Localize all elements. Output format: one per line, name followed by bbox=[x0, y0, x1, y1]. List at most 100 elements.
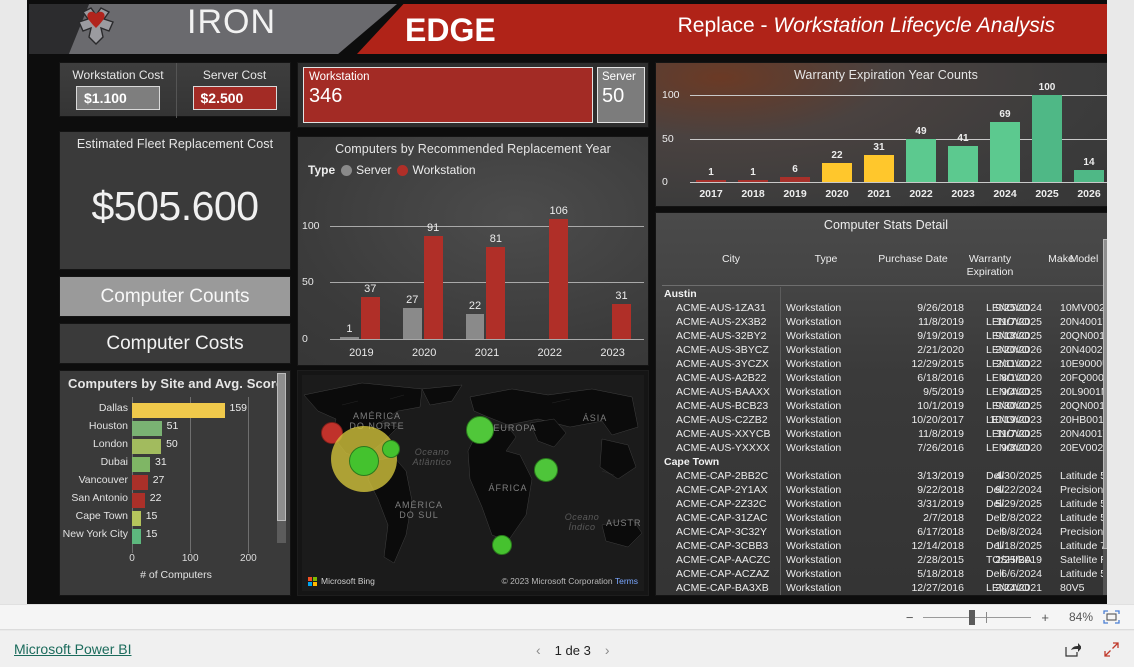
workstation-cost-value[interactable]: $1.100 bbox=[76, 86, 160, 110]
map-bubble-london[interactable] bbox=[466, 416, 494, 444]
map-canvas[interactable]: AMÉRICA DO NORTE AMÉRICA DO SUL EUROPA ÁSI… bbox=[302, 375, 644, 591]
replacement-bar-workstation[interactable]: 31 bbox=[612, 290, 631, 339]
replacement-bar-workstation[interactable]: 37 bbox=[360, 283, 380, 339]
map-bubble-dubai[interactable] bbox=[534, 458, 558, 482]
table-row[interactable]: ACME-CAP-3CBB3 Workstation 12/14/2018 1/18/… bbox=[656, 539, 1107, 553]
warranty-bar[interactable]: 69 bbox=[989, 109, 1021, 182]
zoom-in-button[interactable]: + bbox=[1041, 610, 1049, 625]
site-bar-row[interactable]: London 50 bbox=[93, 438, 260, 454]
zoom-slider[interactable] bbox=[923, 609, 1032, 625]
table-column-header-city[interactable]: City bbox=[676, 253, 786, 266]
previous-page-icon[interactable]: ‹ bbox=[536, 642, 541, 658]
table-row[interactable]: ACME-AUS-C2ZB2 Workstation 10/20/2017 10/19… bbox=[656, 413, 1107, 427]
computers-by-recommended-replacement-year-chart[interactable]: Computers by Recommended Replacement Yea… bbox=[297, 136, 649, 366]
replacement-bar-server[interactable]: 27 bbox=[402, 294, 422, 339]
table-scrollbar-thumb[interactable] bbox=[1103, 239, 1107, 549]
site-bar-row[interactable]: Houston 51 bbox=[89, 420, 260, 436]
map-bubble-new-york-city[interactable] bbox=[382, 440, 400, 458]
zoom-out-button[interactable]: − bbox=[906, 610, 914, 625]
server-cost-slicer[interactable]: Server Cost $2.500 bbox=[176, 63, 292, 118]
table-row[interactable]: ACME-AUS-BCB23 Workstation 10/1/2019 9/30/2… bbox=[656, 399, 1107, 413]
table-row[interactable]: ACME-CAP-2Z32C Workstation 3/31/2019 5/29/2… bbox=[656, 497, 1107, 511]
map-bubble-cape-town[interactable] bbox=[492, 535, 512, 555]
table-row[interactable]: ACME-CAP-31ZAC Workstation 2/7/2018 2/8/202… bbox=[656, 511, 1107, 525]
replacement-bar-server[interactable]: 22 bbox=[465, 300, 485, 339]
table-row[interactable]: ACME-AUS-3YCZX Workstation 12/29/2015 2/11/… bbox=[656, 357, 1107, 371]
table-row[interactable]: ACME-CAP-2BB2C Workstation 3/13/2019 4/30/2… bbox=[656, 469, 1107, 483]
table-row[interactable]: ACME-AUS-YXXXX Workstation 7/26/2016 9/8/20… bbox=[656, 441, 1107, 455]
fit-to-page-icon[interactable] bbox=[1103, 610, 1120, 624]
table-group-header[interactable]: Cape Town bbox=[656, 455, 1107, 469]
table-row[interactable]: ACME-CAP-3C32Y Workstation 6/17/2018 9/8/20… bbox=[656, 525, 1107, 539]
table-cell-make: LENOVO bbox=[986, 442, 1030, 454]
computer-type-count-treemap[interactable]: Workstation 346 Server 50 bbox=[297, 62, 649, 128]
site-bar[interactable] bbox=[132, 457, 151, 472]
map-bubble-dallas[interactable] bbox=[349, 446, 379, 476]
warranty-bar[interactable]: 41 bbox=[947, 133, 979, 182]
site-bar-row[interactable]: New York City 15 bbox=[63, 528, 260, 544]
workstation-cost-slicer[interactable]: Workstation Cost $1.100 bbox=[60, 63, 176, 118]
next-page-icon[interactable]: › bbox=[605, 642, 610, 658]
replacement-bar-workstation[interactable]: 81 bbox=[486, 233, 506, 339]
table-column-header-warranty-expiration[interactable]: Warranty Expiration bbox=[952, 253, 1028, 279]
nav-button-computer-counts[interactable]: Computer Counts bbox=[59, 276, 291, 317]
warranty-bar[interactable]: 14 bbox=[1073, 157, 1105, 182]
share-icon[interactable] bbox=[1064, 641, 1082, 658]
computer-stats-detail-table[interactable]: Computer Stats Detail City Type Purchase… bbox=[655, 212, 1107, 596]
table-row[interactable]: ACME-AUS-2X3B2 Workstation 11/8/2019 11/7/2… bbox=[656, 315, 1107, 329]
table-row[interactable]: ACME-CAP-AACZC Workstation 2/28/2015 2/25/2… bbox=[656, 553, 1107, 567]
legend-item-workstation[interactable]: Workstation bbox=[397, 163, 476, 177]
table-row[interactable]: ACME-AUS-A2B22 Workstation 6/18/2016 8/1/20… bbox=[656, 371, 1107, 385]
warranty-bar[interactable]: 100 bbox=[1031, 82, 1063, 182]
table-cell-city: ACME-CAP-2BB2C bbox=[676, 470, 769, 482]
replacement-chart-legend[interactable]: Type Server Workstation bbox=[308, 163, 476, 177]
warranty-bar[interactable]: 31 bbox=[863, 142, 895, 182]
table-column-header-purchase-date[interactable]: Purchase Date bbox=[868, 253, 958, 266]
nav-button-computer-costs[interactable]: Computer Costs bbox=[59, 323, 291, 364]
site-chart-scrollbar-thumb[interactable] bbox=[277, 373, 286, 521]
site-bar[interactable] bbox=[132, 421, 162, 436]
site-bar[interactable] bbox=[132, 493, 145, 508]
site-bar-row[interactable]: Dubai 31 bbox=[101, 456, 260, 472]
replacement-bar-workstation[interactable]: 106 bbox=[549, 205, 569, 339]
fullscreen-icon[interactable] bbox=[1103, 641, 1120, 658]
warranty-bar[interactable]: 1 bbox=[737, 167, 769, 182]
site-bar-row[interactable]: Dallas 159 bbox=[99, 402, 260, 418]
map-terms-link[interactable]: Terms bbox=[615, 576, 638, 586]
warranty-bar[interactable]: 6 bbox=[779, 164, 811, 182]
warranty-bar[interactable]: 1 bbox=[695, 167, 727, 182]
site-bar-row[interactable]: Cape Town 15 bbox=[76, 510, 260, 526]
table-group-header[interactable]: Austin bbox=[656, 287, 1107, 301]
site-bar[interactable] bbox=[132, 511, 141, 526]
site-bar[interactable] bbox=[132, 403, 225, 418]
legend-item-server[interactable]: Server bbox=[341, 163, 391, 177]
warranty-bar[interactable]: 22 bbox=[821, 150, 853, 182]
site-bar[interactable] bbox=[132, 439, 162, 454]
site-bar[interactable] bbox=[132, 529, 141, 544]
replacement-bar-workstation[interactable]: 91 bbox=[423, 222, 443, 339]
site-bar[interactable] bbox=[132, 475, 148, 490]
table-row[interactable]: ACME-CAP-BA3XB Workstation 12/27/2016 2/24/… bbox=[656, 581, 1107, 595]
table-body[interactable]: Austin ACME-AUS-1ZA31 Workstation 9/26/2018… bbox=[656, 287, 1107, 595]
table-column-header-model[interactable]: Model bbox=[1056, 253, 1107, 266]
microsoft-power-bi-link[interactable]: Microsoft Power BI bbox=[14, 641, 131, 657]
computers-by-site-and-avg-score-chart[interactable]: Computers by Site and Avg. Score 0 100 200… bbox=[59, 370, 291, 596]
table-row[interactable]: ACME-AUS-3BYCZ Workstation 2/21/2020 2/20/2… bbox=[656, 343, 1107, 357]
warranty-expiration-year-counts-chart[interactable]: Warranty Expiration Year Counts 0 50 100 1 2… bbox=[655, 62, 1107, 207]
table-row[interactable]: ACME-CAP-ACZAZ Workstation 5/18/2018 6/6/20… bbox=[656, 567, 1107, 581]
table-row[interactable]: ACME-CAP-2Y1AX Workstation 9/22/2018 9/22/2… bbox=[656, 483, 1107, 497]
table-row[interactable]: ACME-AUS-1ZA31 Workstation 9/26/2018 9/25/2… bbox=[656, 301, 1107, 315]
treemap-tile-workstation[interactable]: Workstation 346 bbox=[303, 67, 593, 123]
computers-by-location-map[interactable]: AMÉRICA DO NORTE AMÉRICA DO SUL EUROPA ÁSI… bbox=[297, 370, 649, 596]
table-column-header-type[interactable]: Type bbox=[780, 253, 872, 266]
site-bar-row[interactable]: San Antonio 22 bbox=[71, 492, 260, 508]
warranty-bar[interactable]: 49 bbox=[905, 126, 937, 182]
treemap-tile-server[interactable]: Server 50 bbox=[597, 67, 645, 123]
zoom-slider-thumb[interactable] bbox=[969, 609, 976, 625]
table-row[interactable]: ACME-AUS-BAAXX Workstation 9/5/2019 9/4/202… bbox=[656, 385, 1107, 399]
table-row[interactable]: ACME-AUS-XXYCB Workstation 11/8/2019 11/7/2… bbox=[656, 427, 1107, 441]
site-bar-row[interactable]: Vancouver 27 bbox=[79, 474, 260, 490]
server-cost-value[interactable]: $2.500 bbox=[192, 86, 277, 110]
table-row[interactable]: ACME-AUS-32BY2 Workstation 9/19/2019 9/18/2… bbox=[656, 329, 1107, 343]
replacement-bar-server[interactable]: 1 bbox=[340, 323, 359, 339]
